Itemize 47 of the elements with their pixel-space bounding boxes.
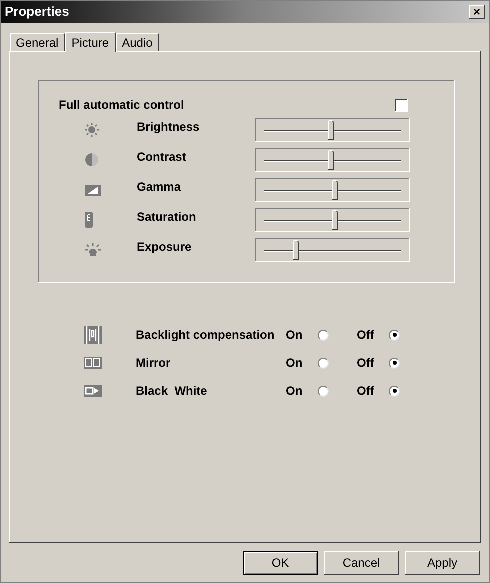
slider-label: Contrast (137, 149, 188, 166)
slider[interactable] (255, 118, 410, 142)
radio-button[interactable] (389, 386, 400, 396)
checkbox[interactable] (395, 98, 408, 112)
slider[interactable] (255, 238, 410, 262)
option-label: Backlight compensation (136, 327, 276, 344)
radio-label: On (286, 355, 304, 372)
slider-thumb[interactable] (332, 180, 338, 200)
gamma-icon (85, 184, 101, 196)
dialog-button[interactable]: OK (243, 551, 318, 575)
radio-label: Off (357, 355, 376, 372)
option-label: Mirror (136, 355, 172, 372)
slider-label: Gamma (137, 179, 182, 196)
slider[interactable] (255, 148, 410, 172)
radio-label: Off (357, 327, 376, 344)
slider-thumb[interactable] (328, 120, 334, 140)
dialog-button[interactable]: Apply (405, 551, 480, 575)
slider-label: Brightness (137, 119, 201, 136)
window-title: Properties (5, 3, 70, 22)
lamp-icon (85, 243, 101, 257)
slider-thumb[interactable] (332, 210, 338, 230)
slider-thumb[interactable] (292, 240, 298, 260)
slider-label: Exposure (137, 239, 193, 256)
checkbox-label: Full automatic control (59, 97, 184, 114)
radio-button[interactable] (318, 330, 329, 340)
slider[interactable] (255, 208, 410, 232)
slider-label: Saturation (137, 209, 198, 226)
radio-label: On (286, 327, 304, 344)
tab[interactable]: General (10, 33, 65, 51)
slider-thumb[interactable] (328, 150, 334, 170)
sun-icon (85, 123, 99, 137)
contrast-icon (85, 153, 99, 167)
thermometer-icon (85, 212, 93, 228)
radio-button[interactable] (389, 358, 400, 368)
radio-button[interactable] (318, 386, 329, 396)
slider[interactable] (255, 178, 410, 202)
close-button[interactable]: × (469, 5, 485, 19)
radio-label: Off (357, 383, 376, 400)
radio-button[interactable] (389, 330, 400, 340)
option-label: Black White (136, 383, 208, 400)
tab[interactable]: Picture (64, 32, 116, 52)
radio-button[interactable] (318, 358, 329, 368)
dialog-button[interactable]: Cancel (324, 551, 399, 575)
backlight-icon (84, 326, 102, 344)
tab[interactable]: Audio (116, 33, 159, 51)
mirror-icon (84, 357, 102, 369)
radio-label: On (286, 383, 304, 400)
